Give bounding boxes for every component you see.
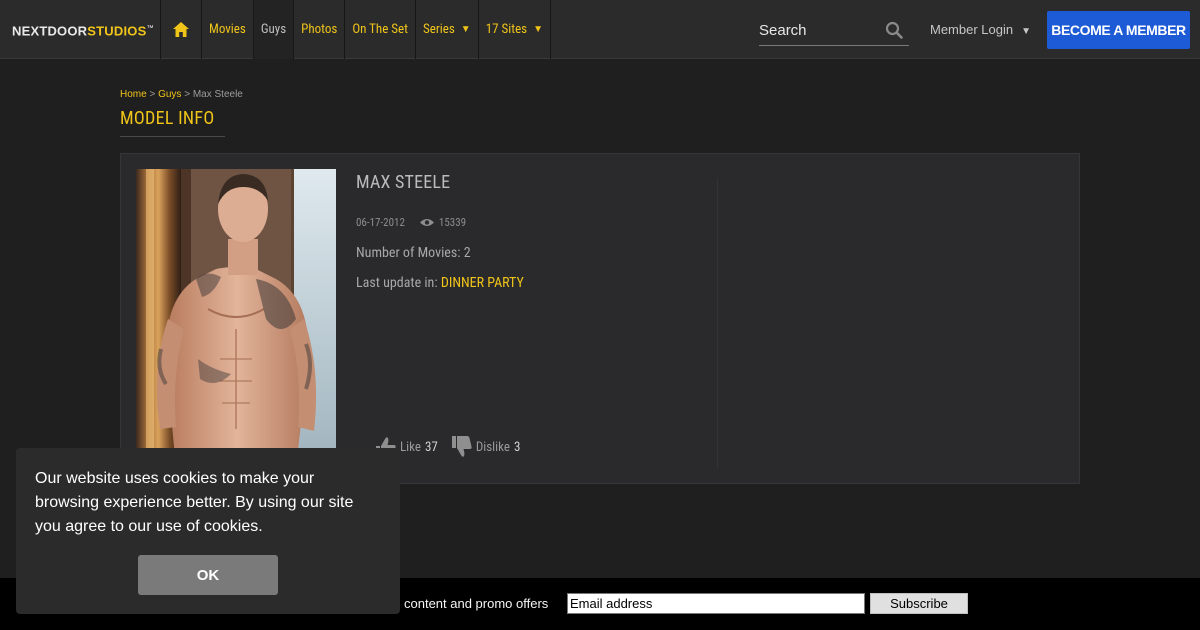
cookie-ok-button[interactable]: OK xyxy=(138,555,278,595)
number-of-movies: Number of Movies: 2 xyxy=(356,245,471,261)
nav-photos[interactable]: Photos xyxy=(293,0,344,59)
model-date: 06-17-2012 xyxy=(356,216,405,229)
nav-on-the-set[interactable]: On The Set xyxy=(344,0,415,59)
main-nav: Movies Guys Photos On The Set Series ▼ 17… xyxy=(160,0,552,59)
nav-guys-label: Guys xyxy=(260,22,287,37)
member-login-label: Member Login xyxy=(930,22,1014,37)
subscribe-button[interactable]: Subscribe xyxy=(870,593,968,614)
breadcrumb-guys[interactable]: Guys xyxy=(158,89,181,100)
eye-icon xyxy=(419,219,434,226)
nav-movies[interactable]: Movies xyxy=(201,0,253,59)
thumbs-down-icon xyxy=(451,436,472,457)
become-member-button[interactable]: BECOME A MEMBER xyxy=(1047,11,1190,49)
nav-series[interactable]: Series ▼ xyxy=(414,0,478,59)
model-views: 15339 xyxy=(438,216,467,229)
like-count: 37 xyxy=(425,439,438,455)
search-input[interactable] xyxy=(759,20,877,40)
caret-down-icon: ▼ xyxy=(1021,26,1032,37)
dislike-label: Dislike xyxy=(475,439,510,455)
nav-photos-label: Photos xyxy=(301,22,338,37)
nav-17-sites[interactable]: 17 Sites ▼ xyxy=(477,0,552,59)
model-meta: 06-17-2012 15339 xyxy=(356,216,466,229)
logo-text-part1: NEXTDOOR xyxy=(12,23,88,39)
search-icon[interactable] xyxy=(885,21,903,39)
last-update-link[interactable]: DINNER PARTY xyxy=(441,275,524,291)
card-divider xyxy=(717,178,718,468)
member-login-dropdown[interactable]: Member Login ▼ xyxy=(930,22,1031,37)
dislike-button[interactable]: Dislike 3 xyxy=(451,436,521,458)
cookie-consent-popup: Our website uses cookies to make your br… xyxy=(16,448,400,614)
model-name: MAX STEELE xyxy=(356,172,451,193)
logo-trademark: ™ xyxy=(146,25,154,32)
breadcrumb-separator: > xyxy=(184,89,191,100)
home-icon xyxy=(173,22,189,37)
top-navigation-bar: NEXTDOORSTUDIOS™ Movies Guys Photos On T… xyxy=(0,0,1200,59)
nav-17-sites-label: 17 Sites xyxy=(485,22,528,37)
site-logo[interactable]: NEXTDOORSTUDIOS™ xyxy=(12,21,154,39)
nav-guys[interactable]: Guys xyxy=(252,0,294,59)
breadcrumb-current: Max Steele xyxy=(192,89,243,100)
model-info-card: MAX STEELE 06-17-2012 15339 Number of Mo… xyxy=(120,153,1080,484)
nav-movies-label: Movies xyxy=(209,22,246,37)
cookie-message: Our website uses cookies to make your br… xyxy=(35,470,354,535)
caret-down-icon: ▼ xyxy=(533,24,544,35)
nav-on-the-set-label: On The Set xyxy=(352,22,408,37)
nav-home[interactable] xyxy=(160,0,201,59)
last-update-label: Last update in: xyxy=(356,275,438,291)
search-box xyxy=(759,15,909,46)
model-photo-image xyxy=(136,169,336,469)
page-title: MODEL INFO xyxy=(120,108,225,137)
newsletter-email-input[interactable] xyxy=(567,593,865,614)
nav-series-label: Series xyxy=(422,22,455,37)
dislike-count: 3 xyxy=(513,439,521,455)
breadcrumb-separator: > xyxy=(149,89,156,100)
breadcrumb: Home > Guys > Max Steele xyxy=(120,89,243,100)
model-photo[interactable] xyxy=(136,169,336,469)
caret-down-icon: ▼ xyxy=(460,24,471,35)
last-update: Last update in: DINNER PARTY xyxy=(356,275,524,291)
newsletter-text: content and promo offers xyxy=(404,596,549,611)
logo-text-part2: STUDIOS xyxy=(87,23,147,39)
like-label: Like xyxy=(400,439,421,455)
breadcrumb-home[interactable]: Home xyxy=(120,89,147,100)
